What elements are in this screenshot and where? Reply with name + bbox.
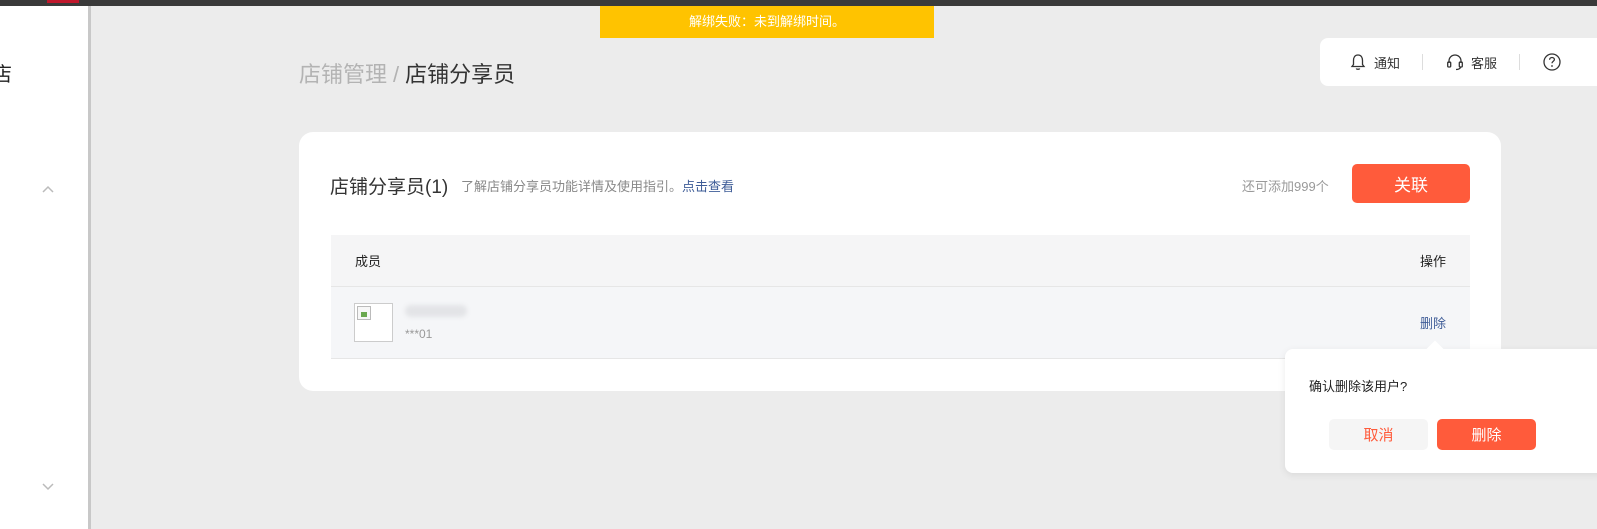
delete-member-link[interactable]: 删除 — [1420, 313, 1446, 332]
member-info: ***01 — [405, 304, 467, 341]
notify-label: 通知 — [1374, 55, 1401, 71]
brand-logo — [47, 0, 79, 3]
chevron-up-icon[interactable] — [40, 182, 56, 198]
help-button[interactable] — [1542, 52, 1562, 72]
broken-image-icon — [357, 306, 371, 320]
headset-icon — [1447, 54, 1463, 71]
breadcrumb-current: 店铺分享员 — [405, 62, 516, 87]
top-toolbar: 通知 客服 — [1320, 38, 1597, 86]
toolbar-divider — [1519, 54, 1521, 70]
breadcrumb: 店铺管理 / 店铺分享员 — [299, 60, 515, 90]
help-icon — [1543, 53, 1561, 71]
sidebar: 店 — [0, 6, 91, 529]
column-header-member: 成员 — [355, 254, 382, 269]
remaining-quota: 还可添加999个 — [1242, 179, 1329, 194]
customer-service-label: 客服 — [1471, 55, 1498, 71]
toolbar-divider — [1422, 54, 1424, 70]
table-header: 成员 操作 — [331, 235, 1470, 287]
notify-button[interactable]: 通知 — [1348, 52, 1400, 72]
members-table: 成员 操作 ***01 删除 — [331, 235, 1470, 359]
card-description: 了解店铺分享员功能详情及使用指引。点击查看 — [461, 176, 734, 195]
avatar — [354, 303, 393, 342]
cancel-button[interactable]: 取消 — [1329, 419, 1428, 450]
column-header-action: 操作 — [1419, 254, 1446, 269]
associate-button[interactable]: 关联 — [1352, 164, 1470, 203]
member-name — [405, 304, 467, 317]
customer-service-button[interactable]: 客服 — [1445, 52, 1497, 72]
member-cell: ***01 — [354, 303, 467, 342]
card-description-text: 了解店铺分享员功能详情及使用指引。 — [461, 179, 683, 194]
confirm-message: 确认删除该用户? — [1309, 379, 1408, 394]
error-toast: 解绑失败：未到解绑时间。 — [600, 6, 934, 38]
delete-confirm-popover: 确认删除该用户? 取消 删除 — [1285, 340, 1597, 473]
view-details-link[interactable]: 点击查看 — [682, 179, 734, 194]
confirm-delete-button[interactable]: 删除 — [1437, 419, 1536, 450]
chevron-down-icon[interactable] — [40, 478, 56, 494]
breadcrumb-separator: / — [393, 62, 400, 87]
sidebar-partial-label: 店 — [0, 58, 12, 87]
member-id: ***01 — [405, 326, 433, 341]
bell-icon — [1350, 54, 1366, 70]
breadcrumb-parent[interactable]: 店铺管理 — [299, 62, 387, 87]
card-title: 店铺分享员(1) — [330, 177, 449, 198]
